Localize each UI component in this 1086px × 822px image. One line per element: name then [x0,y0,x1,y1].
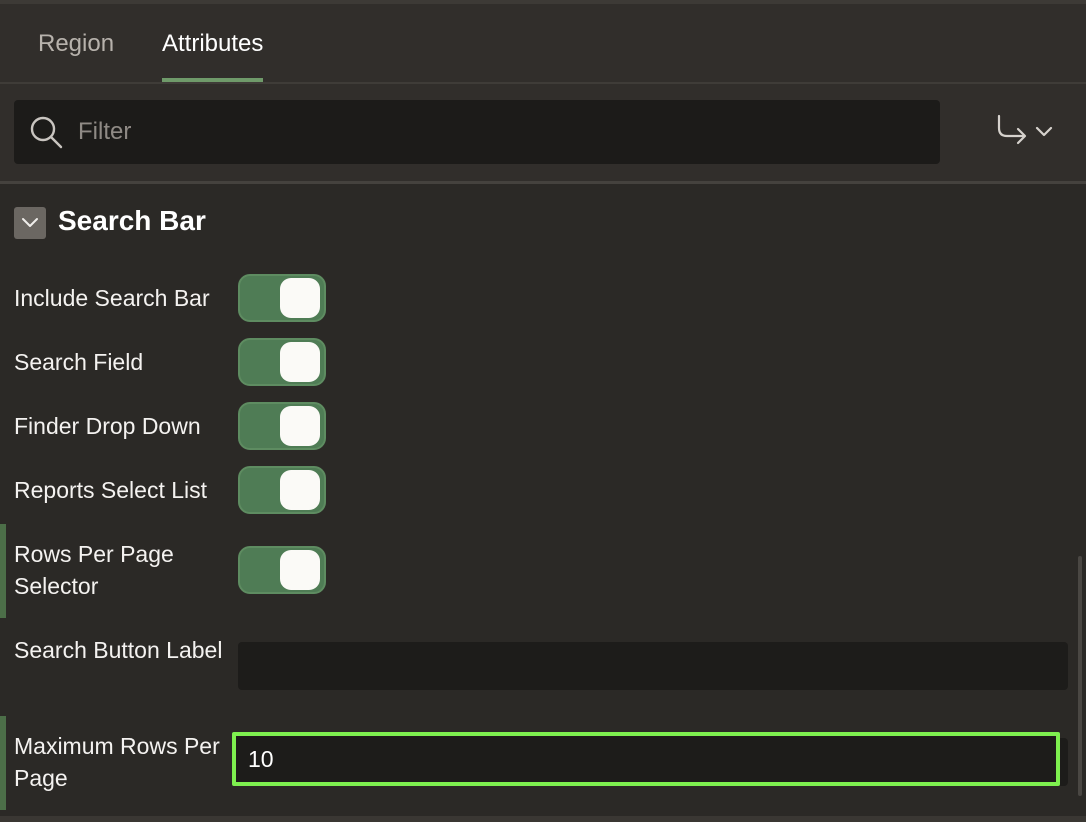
goto-group-icon [997,114,1053,145]
chevron-down-icon [22,218,38,227]
collapse-section-button[interactable] [14,207,46,239]
rows-per-page-selector-toggle[interactable] [238,546,326,594]
section-title: Search Bar [58,205,206,236]
toggle-knob [280,550,320,590]
scrollbar[interactable] [1078,556,1082,796]
filter-input[interactable] [78,100,928,164]
search-bar-section: Search Bar Include Search Bar Search Fie… [0,187,1086,822]
reports-select-list-toggle[interactable] [238,466,326,514]
field-edge [1060,738,1068,786]
property-row-reports-select-list: Reports Select List [0,466,1086,514]
property-label: Search Field [14,349,144,375]
search-icon [30,116,63,149]
property-label: Finder Drop Down [14,413,201,439]
toggle-knob [280,470,320,510]
search-field-toggle[interactable] [238,338,326,386]
property-row-maximum-rows-per-page: Maximum Rows Per Page [0,716,1086,810]
property-row-finder-drop-down: Finder Drop Down [0,402,1086,450]
toggle-knob [280,406,320,446]
toggle-knob [280,342,320,382]
property-row-rows-per-page-selector: Rows Per Page Selector [0,524,1086,618]
property-row-include-search-bar: Include Search Bar [0,274,1086,322]
search-button-label-input[interactable] [238,642,1068,690]
property-row-search-button-label: Search Button Label [0,628,1086,698]
filter-toolbar [0,84,1086,184]
tab-attributes[interactable]: Attributes [162,4,264,82]
finder-drop-down-toggle[interactable] [238,402,326,450]
window-bottom-edge [0,816,1086,822]
toggle-knob [280,278,320,318]
tab-region[interactable]: Region [38,4,114,82]
tab-bar: Region Attributes [0,4,1086,84]
goto-group-button[interactable] [990,112,1060,152]
filter-box [14,100,940,164]
maximum-rows-per-page-input[interactable] [232,732,1060,786]
property-label: Rows Per Page Selector [14,541,174,599]
property-label: Include Search Bar [14,285,210,311]
include-search-bar-toggle[interactable] [238,274,326,322]
property-label: Reports Select List [14,477,208,503]
property-label: Search Button Label [14,637,223,663]
property-row-search-field: Search Field [0,338,1086,386]
property-label: Maximum Rows Per Page [14,733,220,791]
